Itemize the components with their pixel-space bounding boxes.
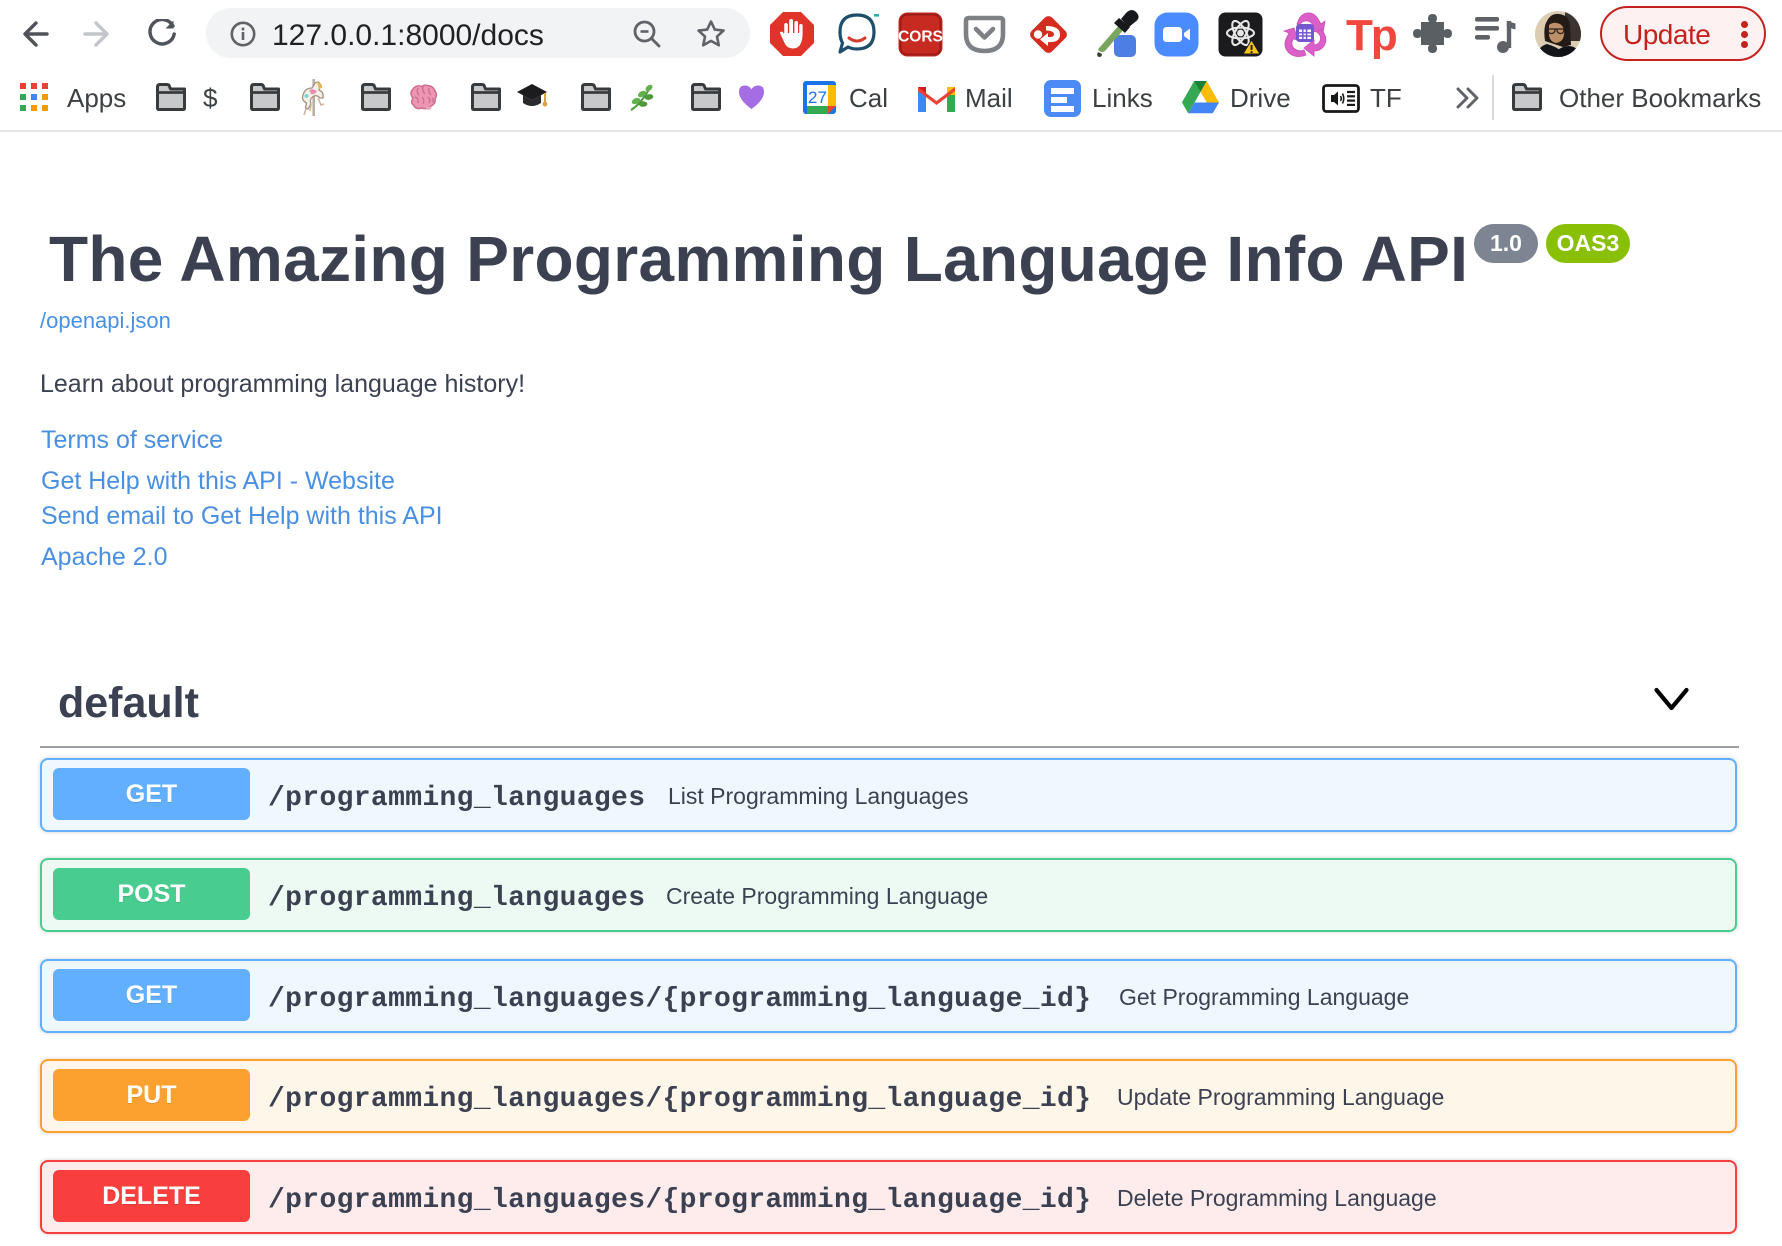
- svg-text:27: 27: [808, 88, 827, 107]
- svg-text:CORS: CORS: [898, 29, 943, 46]
